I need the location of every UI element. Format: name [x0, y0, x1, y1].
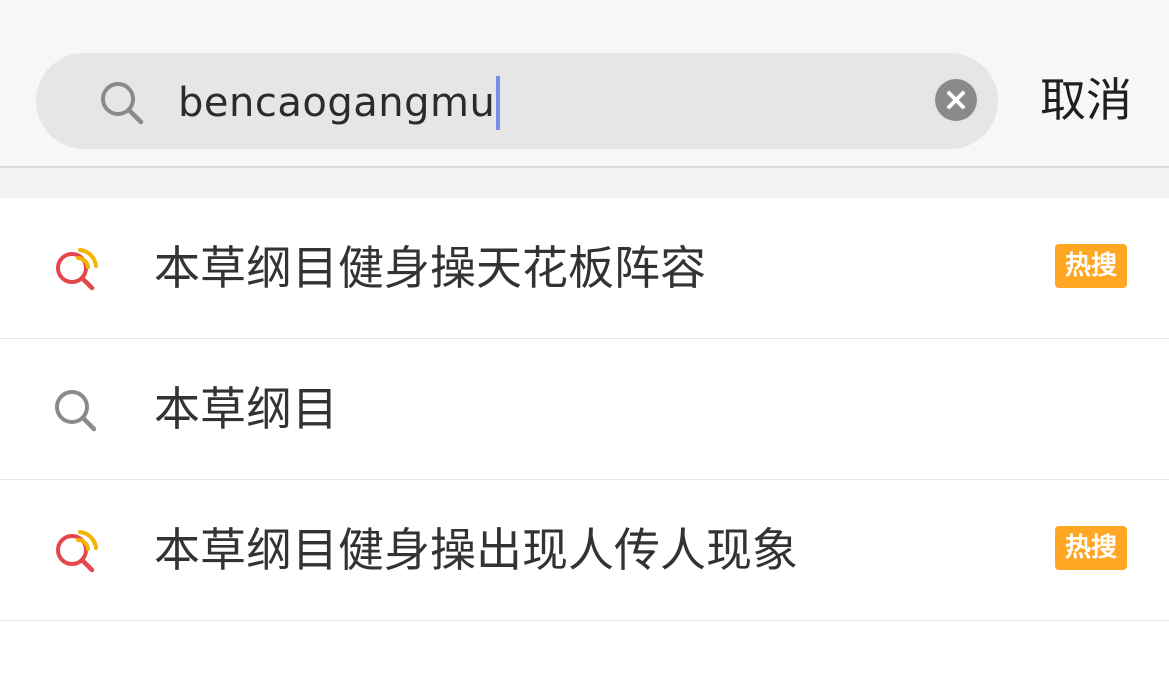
search-icon [52, 385, 100, 433]
list-item[interactable]: 本草纲目 [0, 339, 1169, 480]
hot-badge: 热搜 [1055, 526, 1127, 570]
clear-icon[interactable] [935, 79, 977, 121]
suggestion-text: 本草纲目健身操天花板阵容 [154, 241, 706, 295]
suggestion-text: 本草纲目健身操出现人传人现象 [154, 523, 798, 577]
suggestion-text: 本草纲目 [154, 382, 338, 436]
hot-search-icon [52, 526, 100, 574]
search-header: bencaogangmu 取消 [0, 0, 1169, 168]
suggestion-list: 本草纲目健身操天花板阵容 热搜 本草纲目 本草纲目健身操出现人传人现象 热搜 [0, 198, 1169, 681]
search-query-text[interactable]: bencaogangmu [178, 75, 501, 131]
search-input[interactable]: bencaogangmu [36, 53, 998, 149]
hot-badge: 热搜 [1055, 244, 1127, 288]
hot-search-icon [52, 244, 100, 292]
text-caret [496, 76, 501, 130]
list-item[interactable] [0, 621, 1169, 681]
section-divider [0, 168, 1169, 198]
search-icon [98, 79, 146, 127]
list-item[interactable]: 本草纲目健身操天花板阵容 热搜 [0, 198, 1169, 339]
list-item[interactable]: 本草纲目健身操出现人传人现象 热搜 [0, 480, 1169, 621]
cancel-button[interactable]: 取消 [1040, 70, 1132, 130]
